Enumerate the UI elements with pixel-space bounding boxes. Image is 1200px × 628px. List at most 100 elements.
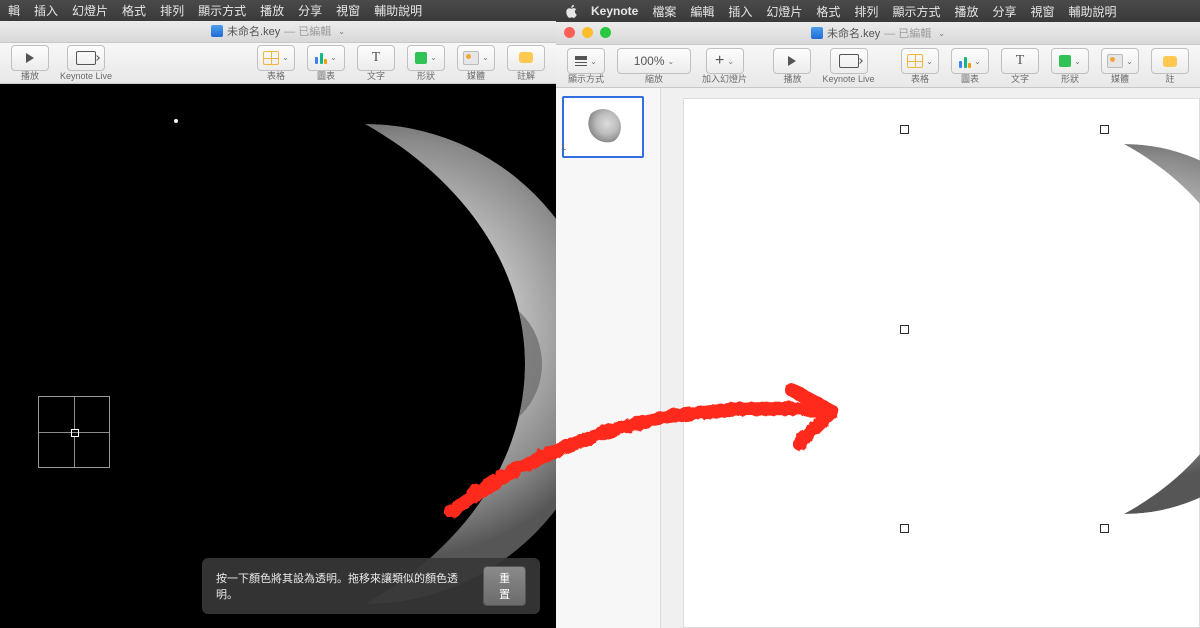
keynote-live-button[interactable] [67, 45, 105, 71]
window-traffic-lights [564, 27, 611, 38]
comment-label: 註 [1165, 75, 1174, 84]
play-button[interactable] [11, 45, 49, 71]
keynote-live-label: Keynote Live [822, 75, 874, 84]
chart-button[interactable]: ⌄ [307, 45, 345, 71]
menu-item[interactable]: 編輯 [690, 3, 714, 20]
menu-item[interactable]: 插入 [34, 2, 58, 19]
resize-handle-s[interactable] [1100, 524, 1109, 533]
window-fullscreen-button[interactable] [600, 27, 611, 38]
instant-alpha-hint-bar: 按一下顏色將其設為透明。拖移來讓類似的顏色透明。 重置 [202, 558, 540, 614]
shape-icon [1059, 55, 1071, 67]
comment-button[interactable] [507, 45, 545, 71]
moon-image-transparent [904, 129, 1200, 529]
comment-label: 註解 [517, 72, 535, 81]
shape-icon [415, 52, 427, 64]
add-slide-button[interactable]: +⌄ [706, 48, 744, 74]
menu-item[interactable]: 幻燈片 [72, 2, 108, 19]
slide-thumbnail[interactable]: 1 [562, 96, 654, 158]
doc-title-chevron-icon[interactable]: ⌄ [938, 29, 945, 38]
menu-item[interactable]: 輔助說明 [1069, 3, 1117, 20]
slide-thumbnail-panel: 1 [556, 88, 661, 628]
comment-icon [519, 52, 533, 63]
menu-item[interactable]: 排列 [160, 2, 184, 19]
resize-handle-w[interactable] [900, 325, 909, 334]
add-slide-label: 加入幻燈片 [702, 75, 747, 84]
resize-handle-sw[interactable] [900, 524, 909, 533]
text-icon: T [1016, 53, 1025, 69]
play-label: 播放 [21, 72, 39, 81]
media-icon [463, 51, 479, 65]
window-titlebar-right: 未命名.key — 已編輯 ⌄ [556, 22, 1200, 45]
menu-item[interactable]: 輯 [8, 2, 20, 19]
text-icon: T [372, 50, 381, 66]
keynote-live-icon [76, 51, 96, 65]
view-icon [575, 56, 587, 66]
apple-menu-icon[interactable] [564, 5, 577, 18]
shape-button[interactable]: ⌄ [1051, 48, 1089, 74]
menu-item[interactable]: 分享 [992, 3, 1016, 20]
text-label: 文字 [1011, 75, 1029, 84]
instant-alpha-hint-text: 按一下顏色將其設為透明。拖移來讓類似的顏色透明。 [216, 570, 465, 602]
slide-canvas-wrap [661, 88, 1200, 628]
menu-item[interactable]: 格式 [816, 3, 840, 20]
menu-item[interactable]: 排列 [854, 3, 878, 20]
keynote-doc-icon [211, 25, 223, 37]
doc-title: 未命名.key [827, 25, 880, 41]
text-button[interactable]: T [357, 45, 395, 71]
menu-item[interactable]: 視窗 [1030, 3, 1054, 20]
menu-item[interactable]: 檔案 [652, 3, 676, 20]
window-minimize-button[interactable] [582, 27, 593, 38]
window-titlebar-left: 未命名.key — 已編輯 ⌄ [0, 21, 556, 43]
menu-item[interactable]: 顯示方式 [198, 2, 246, 19]
reset-button[interactable]: 重置 [483, 566, 526, 606]
keynote-live-button[interactable] [830, 48, 868, 74]
screen-left-instant-alpha: 輯 插入 幻燈片 格式 排列 顯示方式 播放 分享 視窗 輔助說明 未命名.ke… [0, 0, 556, 628]
shape-label: 形狀 [417, 72, 435, 81]
play-icon [788, 56, 796, 66]
instant-alpha-canvas[interactable]: 按一下顏色將其設為透明。拖移來讓類似的顏色透明。 重置 [0, 84, 556, 628]
zoom-value: 100% [634, 54, 665, 68]
slide-canvas[interactable] [683, 98, 1200, 628]
resize-handle-nw[interactable] [900, 125, 909, 134]
media-label: 媒體 [467, 72, 485, 81]
window-close-button[interactable] [564, 27, 575, 38]
resize-handle-n[interactable] [1100, 125, 1109, 134]
toolbar-play-group: 播放 [10, 45, 50, 81]
menu-item[interactable]: 輔助說明 [374, 2, 422, 19]
chart-button[interactable]: ⌄ [951, 48, 989, 74]
doc-title: 未命名.key [227, 23, 280, 39]
comment-button[interactable] [1151, 48, 1189, 74]
menu-item[interactable]: 視窗 [336, 2, 360, 19]
table-button[interactable]: ⌄ [257, 45, 295, 71]
table-label: 表格 [911, 75, 929, 84]
keynote-live-icon [839, 54, 859, 68]
media-button[interactable]: ⌄ [457, 45, 495, 71]
menu-item[interactable]: 播放 [954, 3, 978, 20]
toolbar-right: ⌄顯示方式 100%⌄縮放 +⌄加入幻燈片 播放 Keynote Live ⌄表… [556, 45, 1200, 88]
play-label: 播放 [783, 75, 801, 84]
chart-label: 圖表 [961, 75, 979, 84]
image-selection[interactable] [904, 129, 1200, 529]
keynote-live-label: Keynote Live [60, 72, 112, 81]
menu-item[interactable]: 格式 [122, 2, 146, 19]
shape-button[interactable]: ⌄ [407, 45, 445, 71]
doc-title-chevron-icon[interactable]: ⌄ [338, 27, 345, 36]
table-button[interactable]: ⌄ [901, 48, 939, 74]
menu-item[interactable]: 插入 [728, 3, 752, 20]
play-button[interactable] [773, 48, 811, 74]
menubar-right: Keynote 檔案 編輯 插入 幻燈片 格式 排列 顯示方式 播放 分享 視窗… [556, 0, 1200, 22]
menu-item[interactable]: 顯示方式 [892, 3, 940, 20]
view-button[interactable]: ⌄ [567, 48, 605, 74]
menu-item[interactable]: 播放 [260, 2, 284, 19]
table-label: 表格 [267, 72, 285, 81]
media-button[interactable]: ⌄ [1101, 48, 1139, 74]
media-icon [1107, 54, 1123, 68]
menu-item[interactable]: 幻燈片 [766, 3, 802, 20]
app-name[interactable]: Keynote [591, 4, 638, 18]
text-button[interactable]: T [1001, 48, 1039, 74]
comment-icon [1163, 56, 1177, 67]
plus-icon: + [715, 52, 724, 70]
instant-alpha-crosshair[interactable] [38, 396, 110, 468]
menu-item[interactable]: 分享 [298, 2, 322, 19]
zoom-dropdown[interactable]: 100%⌄ [617, 48, 691, 74]
